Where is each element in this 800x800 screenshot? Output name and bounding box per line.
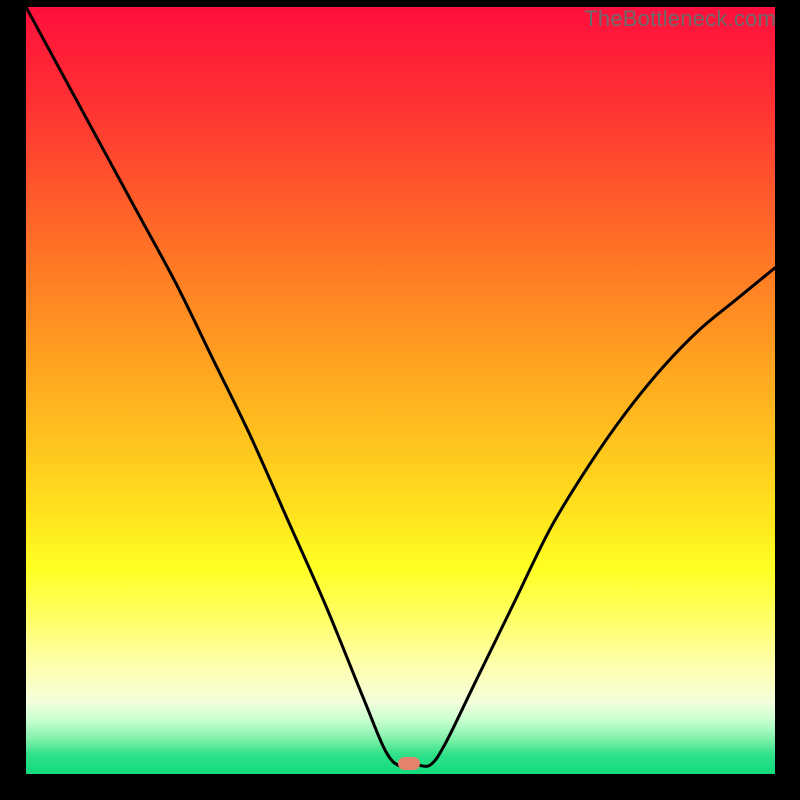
watermark-text: TheBottleneck.com — [584, 6, 776, 32]
plot-area — [26, 7, 775, 774]
optimum-marker — [398, 757, 420, 770]
bottleneck-curve — [26, 7, 775, 767]
curve-layer — [26, 7, 775, 774]
chart-stage: TheBottleneck.com — [0, 0, 800, 800]
